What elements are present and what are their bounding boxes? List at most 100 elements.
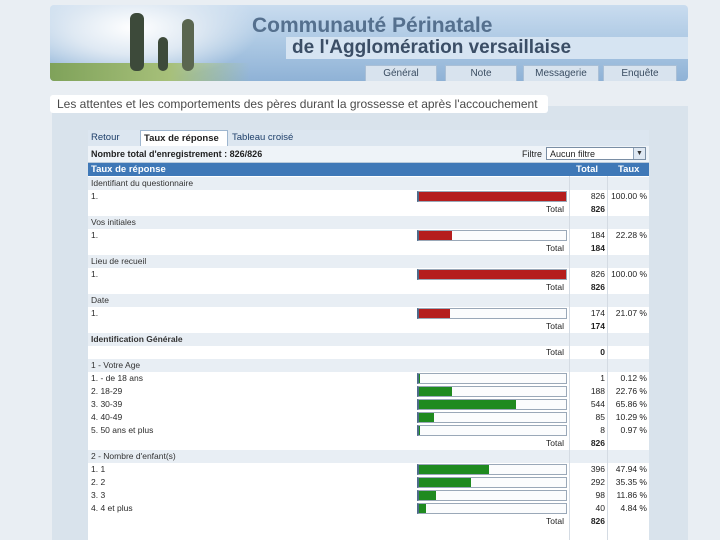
- header-taux-de-reponse: Taux de réponse: [91, 164, 166, 175]
- answer-row: 4. 40-49 85 10.29 %: [88, 411, 649, 425]
- total-row: Total 0: [88, 346, 649, 359]
- response-bar-track: [417, 490, 567, 501]
- answer-row: 1. 174 21.07 %: [88, 307, 649, 321]
- response-bar-track: [417, 425, 567, 436]
- header-total: Total: [576, 164, 598, 175]
- answer-label: 3. 30-39: [91, 399, 123, 409]
- answer-label: 4. 4 et plus: [91, 503, 133, 513]
- answer-row: 2. 2 292 35.35 %: [88, 476, 649, 490]
- total-label: Total: [546, 438, 564, 448]
- nav-messagerie[interactable]: Messagerie: [523, 65, 599, 81]
- answer-label: 1. - de 18 ans: [91, 373, 143, 383]
- answer-row: 1. - de 18 ans 1 0.12 %: [88, 372, 649, 386]
- question-row: Date: [88, 294, 649, 307]
- total-value: 826: [590, 282, 605, 292]
- response-bar: [419, 270, 566, 279]
- answer-row: 3. 3 98 11.86 %: [88, 489, 649, 503]
- banner-grass: [50, 63, 250, 81]
- site-title: Communauté Périnatale: [252, 14, 493, 37]
- answer-label: 2. 18-29: [91, 386, 123, 396]
- response-bar-track: [417, 230, 567, 241]
- answer-label: 5. 50 ans et plus: [91, 425, 154, 435]
- info-bar: Nombre total d'enregistrement : 826/826 …: [88, 146, 649, 163]
- tab-retour[interactable]: Retour: [88, 130, 140, 146]
- question-label: Lieu de recueil: [91, 256, 147, 266]
- header-taux: Taux: [618, 164, 640, 175]
- response-bar-track: [417, 386, 567, 397]
- tab-tableau-croise[interactable]: Tableau croisé: [229, 130, 299, 146]
- response-bar: [419, 231, 452, 240]
- answer-label: 1.: [91, 308, 99, 318]
- filter-select[interactable]: Aucun filtre ▼: [546, 147, 646, 160]
- question-label: Identification Générale: [91, 334, 183, 344]
- response-bar-track: [417, 269, 567, 280]
- answer-row: 4. 4 et plus 40 4.84 %: [88, 502, 649, 516]
- answer-percentage: 22.76 %: [615, 386, 647, 396]
- total-value: 826: [590, 516, 605, 526]
- response-bar: [419, 413, 434, 422]
- column-divider: [569, 176, 570, 540]
- answer-label: 2. 2: [91, 477, 106, 487]
- nav-note[interactable]: Note: [445, 65, 517, 81]
- answer-row: 2. 18-29 188 22.76 %: [88, 385, 649, 399]
- answer-count: 98: [595, 490, 605, 500]
- total-value: 0: [600, 347, 605, 357]
- total-row: Total 174: [88, 320, 649, 333]
- nav-enquete[interactable]: Enquête: [603, 65, 677, 81]
- response-bar-track: [417, 399, 567, 410]
- question-label: 2 - Nombre d'enfant(s): [91, 451, 176, 461]
- site-banner: Communauté Périnatale de l'Agglomération…: [50, 5, 688, 81]
- question-label: 1 - Votre Age: [91, 360, 141, 370]
- response-bar: [419, 374, 420, 383]
- response-bar-track: [417, 464, 567, 475]
- survey-results: Retour Taux de réponse Tableau croisé No…: [88, 130, 649, 540]
- question-row: 2 - Nombre d'enfant(s): [88, 450, 649, 463]
- total-value: 174: [590, 321, 605, 331]
- filter-value: Aucun filtre: [550, 149, 596, 159]
- column-divider: [607, 176, 608, 540]
- response-bar: [419, 400, 516, 409]
- question-label: Identifiant du questionnaire: [91, 178, 194, 188]
- answer-label: 1.: [91, 269, 99, 279]
- response-bar: [419, 465, 489, 474]
- family-figure-child: [158, 37, 168, 71]
- record-count: Nombre total d'enregistrement : 826/826: [91, 149, 263, 159]
- site-subtitle: de l'Agglomération versaillaise: [292, 37, 572, 58]
- total-row: Total 184: [88, 242, 649, 255]
- family-figure-father: [130, 13, 144, 71]
- total-label: Total: [546, 243, 564, 253]
- answer-percentage: 0.97 %: [620, 425, 647, 435]
- response-bar-track: [417, 477, 567, 488]
- response-bar: [419, 192, 566, 201]
- nav-general[interactable]: Général: [365, 65, 437, 81]
- answer-label: 1.: [91, 191, 99, 201]
- question-row: Lieu de recueil: [88, 255, 649, 268]
- response-bar-track: [417, 191, 567, 202]
- family-figure-mother: [182, 19, 194, 71]
- answer-row: 1. 184 22.28 %: [88, 229, 649, 243]
- answer-label: 4. 40-49: [91, 412, 123, 422]
- total-row: Total 826: [88, 515, 649, 528]
- chevron-down-icon[interactable]: ▼: [633, 148, 645, 159]
- total-label: Total: [546, 516, 564, 526]
- answer-label: 1. 1: [91, 464, 106, 474]
- answer-percentage: 0.12 %: [620, 373, 647, 383]
- answer-count: 826: [590, 191, 605, 201]
- tab-taux-de-reponse[interactable]: Taux de réponse: [140, 130, 228, 146]
- answer-row: 3. 30-39 544 65.86 %: [88, 398, 649, 412]
- response-bar-track: [417, 308, 567, 319]
- response-bar: [419, 387, 452, 396]
- answer-count: 188: [590, 386, 605, 396]
- answer-row: 1. 1 396 47.94 %: [88, 463, 649, 477]
- answer-percentage: 35.35 %: [615, 477, 647, 487]
- answer-count: 8: [600, 425, 605, 435]
- question-row: Vos initiales: [88, 216, 649, 229]
- total-label: Total: [546, 321, 564, 331]
- answer-percentage: 65.86 %: [615, 399, 647, 409]
- answer-count: 396: [590, 464, 605, 474]
- answer-count: 85: [595, 412, 605, 422]
- answer-percentage: 21.07 %: [615, 308, 647, 318]
- answer-row: 5. 50 ans et plus 8 0.97 %: [88, 424, 649, 438]
- answer-percentage: 100.00 %: [611, 269, 647, 279]
- answer-percentage: 100.00 %: [611, 191, 647, 201]
